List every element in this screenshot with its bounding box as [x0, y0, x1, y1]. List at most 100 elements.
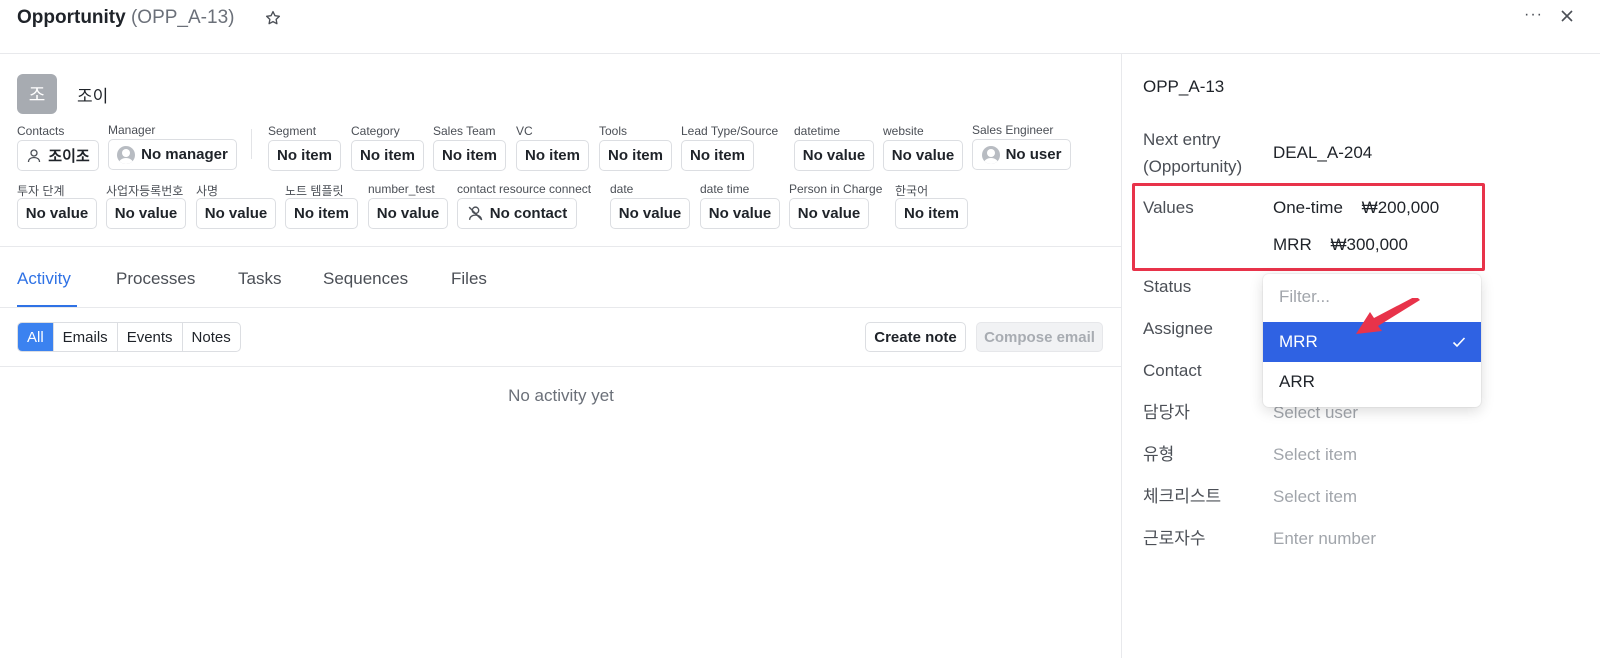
business-reg-no-chip[interactable]: No value: [106, 198, 186, 229]
field-number-test: number_test: [368, 182, 435, 196]
tab-processes[interactable]: Processes: [116, 269, 195, 289]
values-label: Values: [1143, 198, 1194, 217]
close-icon[interactable]: [1560, 9, 1574, 23]
chip-value: No value: [891, 147, 955, 164]
field-label: website: [883, 124, 924, 138]
chip-value: No item: [903, 205, 959, 222]
page-title: Opportunity (OPP_A-13): [17, 7, 234, 29]
more-options-icon[interactable]: ···: [1524, 6, 1543, 24]
chip-value: No item: [293, 205, 349, 222]
chip-value: No item: [607, 147, 663, 164]
field-label: Manager: [108, 123, 156, 137]
person-icon: [28, 148, 41, 162]
next-entry-label-line2: (Opportunity): [1143, 157, 1243, 176]
field-label: Sales Engineer: [972, 123, 1054, 137]
korean-chip[interactable]: No item: [895, 198, 968, 229]
category-chip[interactable]: No item: [351, 140, 424, 171]
field-category: Category: [351, 124, 400, 138]
field-label: Tools: [599, 124, 628, 138]
field-label: Contacts: [17, 124, 65, 138]
assignee-label: Assignee: [1143, 319, 1213, 338]
lead-type-chip[interactable]: No item: [681, 140, 754, 171]
value-type: MRR: [1273, 235, 1312, 254]
chip-value: No item: [524, 147, 580, 164]
segment-chip[interactable]: No item: [268, 140, 341, 171]
datetime-chip[interactable]: No value: [794, 140, 874, 171]
field-investment-stage: 투자 단계: [17, 182, 65, 199]
date-time-chip[interactable]: No value: [700, 198, 780, 229]
field-tools: Tools: [599, 124, 627, 138]
field-datetime: datetime: [794, 124, 840, 138]
value-row-onetime[interactable]: One-time ₩200,000: [1273, 194, 1439, 221]
type-kr-label: 유형: [1143, 445, 1175, 464]
filter-divider: [0, 366, 1122, 367]
field-label: Category: [351, 124, 400, 138]
tab-tasks[interactable]: Tasks: [238, 269, 281, 289]
field-company-name: 사명: [196, 182, 218, 199]
value-type: One-time: [1273, 198, 1343, 217]
company-name-chip[interactable]: No value: [196, 198, 276, 229]
field-manager: Manager: [108, 123, 155, 137]
tabs-divider: [0, 307, 1122, 308]
manager-kr-label: 담당자: [1143, 403, 1190, 422]
contact-resource-chip[interactable]: No contact: [457, 198, 577, 229]
sales-engineer-chip[interactable]: No user: [972, 139, 1071, 170]
create-note-button[interactable]: Create note: [865, 322, 966, 352]
tab-activity[interactable]: Activity: [17, 269, 71, 289]
vc-chip[interactable]: No item: [516, 140, 589, 171]
field-label: Lead Type/Source: [681, 124, 779, 138]
field-date-time: date time: [700, 182, 749, 196]
tab-sequences[interactable]: Sequences: [323, 269, 408, 289]
field-label: 사업자등록번호: [106, 184, 184, 198]
field-label: number_test: [368, 182, 435, 196]
sales-team-chip[interactable]: No item: [433, 140, 506, 171]
date-chip[interactable]: No value: [610, 198, 690, 229]
website-chip[interactable]: No value: [883, 140, 963, 171]
field-label: VC: [516, 124, 533, 138]
checklist-kr-select[interactable]: Select item: [1273, 483, 1357, 510]
employees-kr-input[interactable]: Enter number: [1273, 525, 1376, 552]
avatar-icon: [981, 145, 1000, 164]
chip-value: No item: [359, 147, 415, 164]
manager-chip[interactable]: No manager: [108, 139, 237, 170]
number-test-chip[interactable]: No value: [368, 198, 448, 229]
filter-all[interactable]: All: [18, 323, 54, 351]
chip-value: No value: [797, 205, 861, 222]
star-icon[interactable]: [264, 9, 282, 27]
status-label: Status: [1143, 277, 1192, 296]
owner-avatar: 조: [17, 74, 57, 114]
investment-stage-chip[interactable]: No value: [17, 198, 97, 229]
chip-value: No value: [204, 205, 268, 222]
filter-notes[interactable]: Notes: [183, 323, 240, 351]
checklist-kr-label: 체크리스트: [1143, 487, 1222, 506]
field-label: Sales Team: [433, 124, 496, 138]
chip-value: No item: [689, 147, 745, 164]
field-sales-team: Sales Team: [433, 124, 495, 138]
type-kr-select[interactable]: Select item: [1273, 441, 1357, 468]
tools-chip[interactable]: No item: [599, 140, 672, 171]
field-vc: VC: [516, 124, 533, 138]
dropdown-option-arr[interactable]: ARR: [1263, 362, 1481, 402]
contacts-chip[interactable]: 조이조: [17, 140, 99, 171]
avatar-icon: [117, 145, 136, 164]
person-in-charge-chip[interactable]: No value: [789, 198, 869, 229]
value-row-mrr[interactable]: MRR ₩300,000: [1273, 231, 1408, 258]
compose-email-button[interactable]: Compose email: [976, 322, 1103, 352]
chip-value: No value: [708, 205, 772, 222]
chip-value: No value: [25, 205, 89, 222]
details-side-panel: OPP_A-13 Next entry (Opportunity) DEAL_A…: [1123, 54, 1600, 658]
tab-files[interactable]: Files: [451, 269, 487, 289]
chip-value: No item: [441, 147, 497, 164]
field-label: 한국어: [895, 184, 929, 198]
filter-emails[interactable]: Emails: [54, 323, 118, 351]
field-label: 투자 단계: [17, 184, 65, 198]
field-segment: Segment: [268, 124, 316, 138]
next-entry-value[interactable]: DEAL_A-204: [1273, 139, 1372, 166]
chip-value: No value: [114, 205, 178, 222]
field-label: Person in Charge: [789, 182, 883, 196]
note-template-chip[interactable]: No item: [285, 198, 358, 229]
filter-events[interactable]: Events: [118, 323, 183, 351]
dropdown-filter-input[interactable]: Filter...: [1279, 287, 1330, 307]
value-amount: ₩200,000: [1361, 198, 1440, 217]
field-label: Segment: [268, 124, 317, 138]
